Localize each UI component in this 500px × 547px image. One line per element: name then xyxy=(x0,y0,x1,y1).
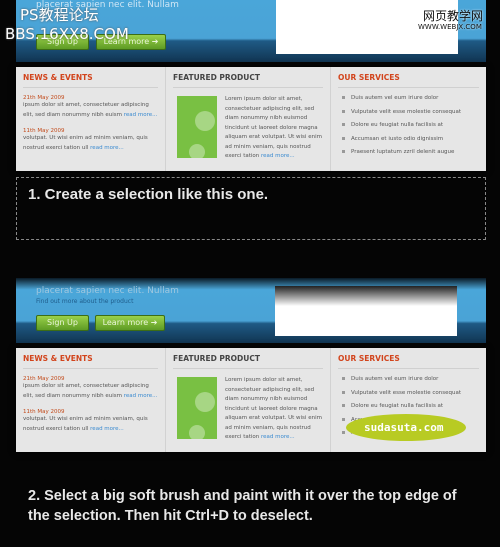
services-title: OUR SERVICES xyxy=(338,73,479,88)
featured-title: FEATURED PRODUCT xyxy=(173,354,323,369)
hero-find-out: Find out more about the product xyxy=(36,298,134,305)
site-preview xyxy=(275,286,457,336)
ps-watermark: PS教程论坛 xyxy=(20,6,99,24)
product-image xyxy=(177,377,217,439)
service-item: Duis autem vel eum iriure dolor xyxy=(342,95,479,101)
read-more-link[interactable]: read more... xyxy=(124,393,158,399)
hero-tagline: placerat sapien nec elit. Nullam xyxy=(36,286,179,296)
read-more-link[interactable]: read more... xyxy=(261,153,295,159)
content-panel-top: NEWS & EVENTS 21th May 2009 ipsum dolor … xyxy=(16,67,486,171)
service-item: Praesent luptatum zzril delenit augue xyxy=(342,149,479,155)
webjx-watermark: 网页教学网 xyxy=(423,9,484,23)
sign-up-button[interactable]: Sign Up xyxy=(36,315,89,331)
service-item: Vulputate velit esse molestie consequat xyxy=(342,390,479,396)
featured-product-column: FEATURED PRODUCT Lorem ipsum dolor sit a… xyxy=(166,67,331,171)
service-item: Accumsan et iusto odio dignissim xyxy=(342,136,479,142)
news-title: NEWS & EVENTS xyxy=(23,354,158,369)
step-1-text: 1. Create a selection like this one. xyxy=(28,186,269,203)
news-events-column: NEWS & EVENTS 21th May 2009 ipsum dolor … xyxy=(16,67,166,171)
product-image xyxy=(177,96,217,158)
featured-text: Lorem ipsum dolor sit amet, consectetuer… xyxy=(225,377,322,440)
read-more-link[interactable]: read more... xyxy=(261,434,295,440)
news-text: volutpat. Ut wisi enim ad minim veniam, … xyxy=(23,416,148,432)
service-item: Dolore eu feugiat nulla facilisis at xyxy=(342,122,479,128)
read-more-link[interactable]: read more... xyxy=(90,145,124,151)
services-title: OUR SERVICES xyxy=(338,354,479,369)
news-text: volutpat. Ut wisi enim ad minim veniam, … xyxy=(23,135,148,151)
read-more-link[interactable]: read more... xyxy=(124,112,158,118)
news-events-column: NEWS & EVENTS 21th May 2009 ipsum dolor … xyxy=(16,348,166,452)
featured-product-column: FEATURED PRODUCT Lorem ipsum dolor sit a… xyxy=(166,348,331,452)
news-title: NEWS & EVENTS xyxy=(23,73,158,88)
hero-banner-bottom: placerat sapien nec elit. Nullam Find ou… xyxy=(16,278,486,343)
learn-more-button[interactable]: Learn more ➔ xyxy=(95,315,165,331)
featured-title: FEATURED PRODUCT xyxy=(173,73,323,88)
services-column: OUR SERVICES Duis autem vel eum iriure d… xyxy=(331,67,486,171)
service-item: Dolore eu feugiat nulla facilisis at xyxy=(342,403,479,409)
service-item: Duis autem vel eum iriure dolor xyxy=(342,376,479,382)
sudasuta-logo: sudasuta.com xyxy=(346,414,466,441)
service-item: Vulputate velit esse molestie consequat xyxy=(342,109,479,115)
featured-text: Lorem ipsum dolor sit amet, consectetuer… xyxy=(225,96,322,159)
read-more-link[interactable]: read more... xyxy=(90,426,124,432)
webjx-url-watermark: WWW.WEBJX.COM xyxy=(418,23,482,31)
step-2-text: 2. Select a big soft brush and paint wit… xyxy=(28,488,457,524)
bbs-watermark: BBS.16XX8.COM xyxy=(5,25,129,43)
